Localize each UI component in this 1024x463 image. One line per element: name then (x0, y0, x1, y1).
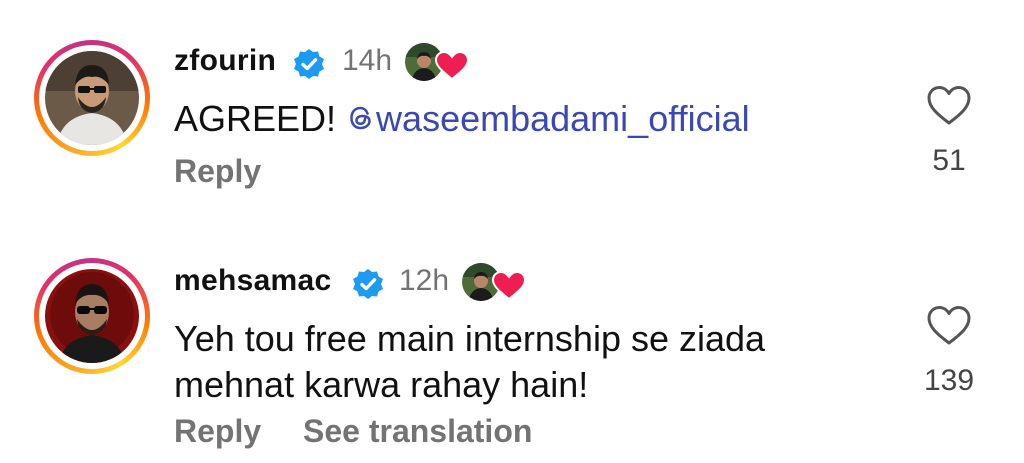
liked-by-author-icon (405, 43, 469, 81)
username[interactable]: mehsamac (174, 264, 332, 298)
see-translation-button[interactable]: See translation (303, 413, 532, 450)
comment-text: Yeh tou free main internship se ziada me… (174, 318, 766, 405)
timestamp: 12h (399, 264, 450, 297)
like-heart-icon[interactable] (926, 84, 972, 126)
verified-badge-icon (353, 269, 383, 299)
username[interactable]: zfourin (174, 44, 276, 78)
comment-text-body: AGREED! (174, 98, 347, 139)
avatar-image (45, 51, 139, 145)
story-ring[interactable] (34, 40, 150, 156)
verified-badge-icon (294, 49, 324, 79)
user-avatar[interactable] (45, 269, 139, 363)
user-avatar[interactable] (45, 51, 139, 145)
like-count: 139 (923, 364, 975, 397)
story-ring[interactable] (34, 258, 150, 374)
liked-by-author-icon (462, 263, 526, 301)
reply-button[interactable]: Reply (174, 153, 261, 190)
like-count: 51 (932, 144, 966, 177)
mention-text: waseembadami_official (376, 98, 750, 139)
reply-button[interactable]: Reply (174, 413, 261, 450)
mention-link[interactable]: waseembadami_official (346, 98, 750, 139)
threads-icon (350, 106, 371, 130)
like-heart-icon[interactable] (926, 304, 972, 346)
timestamp: 14h (342, 44, 393, 77)
avatar-image (45, 269, 139, 363)
comment-text: AGREED! waseembadami_official (174, 96, 854, 142)
